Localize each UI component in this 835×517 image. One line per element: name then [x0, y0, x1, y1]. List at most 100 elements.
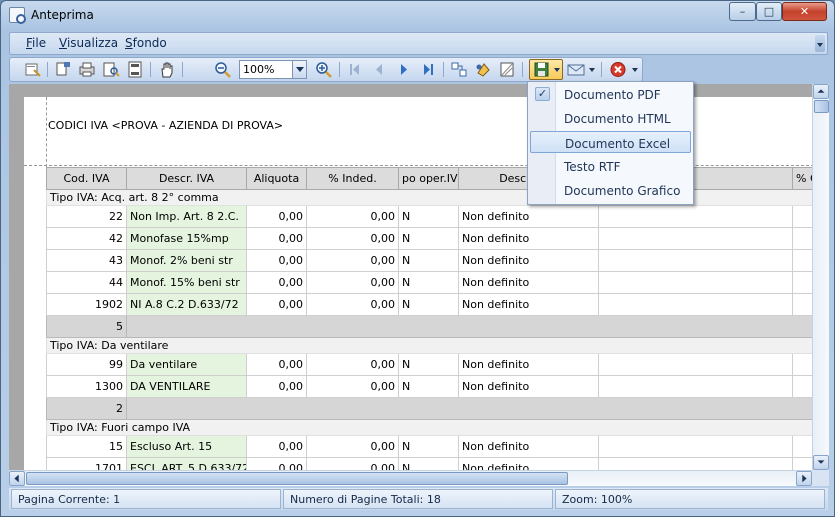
zoom-select[interactable]: 100% [239, 60, 307, 79]
page-setup-icon[interactable] [24, 61, 42, 78]
cell-code: 1902 [46, 293, 127, 316]
export-rtf-item[interactable]: Testo RTF [530, 155, 691, 177]
cell-inded: 0,00 [306, 375, 399, 398]
group-total-row: 5 [46, 315, 812, 338]
close-preview-icon[interactable] [609, 61, 627, 78]
page-layout-icon[interactable] [450, 61, 468, 78]
cell-oper: N [398, 227, 459, 250]
menu-item-label: Documento Excel [565, 137, 671, 151]
scroll-left-button[interactable] [9, 471, 25, 486]
column-header: % Inded. [306, 167, 399, 190]
cell-aliquota: 0,00 [246, 271, 307, 294]
toolbar: 100% [9, 57, 643, 82]
cell-tipo: Non definito [458, 205, 599, 228]
vertical-scrollbar[interactable] [812, 84, 829, 470]
menu-item-label: Documento PDF [564, 88, 661, 102]
column-header: Aliquota [246, 167, 307, 190]
previous-page-icon[interactable] [370, 61, 388, 78]
cell-oper: N [398, 375, 459, 398]
title-bar[interactable]: Anteprima – □ ✕ [1, 1, 834, 29]
print-preview-icon[interactable] [102, 61, 120, 78]
cell-oper: N [398, 457, 459, 470]
cell-inded: 0,00 [306, 293, 399, 316]
cell-extra [792, 227, 812, 250]
print-icon[interactable] [78, 61, 96, 78]
table-row: 43 Monof. 2% beni str 0,00 0,00 N Non de… [46, 249, 812, 272]
horizontal-scrollbar[interactable] [9, 470, 812, 486]
hand-tool-icon[interactable] [158, 61, 176, 78]
print-setup-icon[interactable] [54, 61, 72, 78]
vertical-scroll-thumb[interactable] [814, 100, 829, 113]
cell-code: 44 [46, 271, 127, 294]
table-header-row: Cod. IVA Descr. IVA Aliquota % Inded. po… [46, 167, 812, 190]
background-color-icon[interactable] [474, 61, 492, 78]
group-header-row: Tipo IVA: Da ventilare [46, 337, 812, 354]
cell-extra [792, 293, 812, 316]
cell-tipo: Non definito [458, 249, 599, 272]
close-window-button[interactable]: ✕ [782, 2, 827, 21]
export-dropdown-arrow-icon[interactable] [553, 61, 561, 78]
page-view-icon[interactable] [126, 61, 144, 78]
zoom-in-icon[interactable] [315, 61, 333, 78]
cell-estesa [598, 353, 793, 376]
scroll-right-button[interactable] [796, 471, 812, 486]
cell-aliquota: 0,00 [246, 375, 307, 398]
cell-code: 15 [46, 435, 127, 458]
cell-desc: DA VENTILARE [126, 375, 247, 398]
email-icon[interactable] [567, 61, 585, 78]
cell-estesa [598, 375, 793, 398]
cell-tipo: Non definito [458, 227, 599, 250]
cell-inded: 0,00 [306, 353, 399, 376]
report-table: Cod. IVA Descr. IVA Aliquota % Inded. po… [46, 167, 812, 470]
total-filler [126, 315, 812, 338]
cell-aliquota: 0,00 [246, 353, 307, 376]
cell-extra [792, 205, 812, 228]
report-title: CODICI IVA <PROVA - AZIENDA DI PROVA> [48, 119, 284, 132]
group-count: 5 [46, 315, 127, 338]
export-graphic-item[interactable]: Documento Grafico [530, 179, 691, 201]
email-dropdown-arrow-icon[interactable] [588, 61, 596, 78]
cell-aliquota: 0,00 [246, 293, 307, 316]
menu-visualizza[interactable]: Visualizza [59, 36, 118, 50]
cell-desc: NI A.8 C.2 D.633/72 [126, 293, 247, 316]
cell-tipo: Non definito [458, 457, 599, 470]
status-zoom: Zoom: 100% [555, 489, 825, 509]
export-pdf-item[interactable]: ✓ Documento PDF [530, 83, 691, 105]
toolbar-overflow-chevron-icon[interactable] [631, 61, 639, 78]
zoom-out-icon[interactable] [214, 61, 232, 78]
scroll-down-button[interactable] [813, 455, 829, 470]
status-current-page: Pagina Corrente: 1 [11, 489, 281, 509]
zoom-dropdown-icon[interactable] [292, 61, 306, 78]
cell-tipo: Non definito [458, 435, 599, 458]
menu-file[interactable]: File [26, 36, 46, 50]
cell-extra [792, 249, 812, 272]
cell-tipo: Non definito [458, 293, 599, 316]
minimize-button[interactable]: – [729, 2, 756, 21]
next-page-icon[interactable] [395, 61, 413, 78]
cell-extra [792, 375, 812, 398]
menu-item-label: Documento HTML [564, 112, 671, 126]
group-header-row: Tipo IVA: Acq. art. 8 2° comma [46, 189, 812, 206]
column-header: po oper.IV [398, 167, 459, 190]
maximize-button[interactable]: □ [756, 2, 782, 21]
horizontal-scroll-thumb[interactable] [26, 472, 568, 485]
menu-sfondo[interactable]: Sfondo [125, 36, 167, 50]
table-row: 44 Monof. 15% beni str 0,00 0,00 N Non d… [46, 271, 812, 294]
export-excel-item[interactable]: Documento Excel [530, 131, 691, 153]
scroll-up-button[interactable] [813, 84, 829, 99]
last-page-icon[interactable] [419, 61, 437, 78]
export-split-button[interactable] [529, 59, 563, 80]
preview-app-icon [9, 7, 26, 24]
cell-desc: ESCL.ART. 5 D.633/72 [126, 457, 247, 470]
cell-desc: Monof. 15% beni str [126, 271, 247, 294]
watermark-icon[interactable] [498, 61, 516, 78]
cell-inded: 0,00 [306, 227, 399, 250]
export-save-icon[interactable] [533, 61, 551, 78]
column-header: % C [792, 167, 812, 190]
cell-code: 42 [46, 227, 127, 250]
cell-tipo: Non definito [458, 353, 599, 376]
export-html-item[interactable]: Documento HTML [530, 107, 691, 129]
menubar-overflow-chevron-icon[interactable] [815, 35, 825, 52]
first-page-icon[interactable] [346, 61, 364, 78]
cell-code: 99 [46, 353, 127, 376]
